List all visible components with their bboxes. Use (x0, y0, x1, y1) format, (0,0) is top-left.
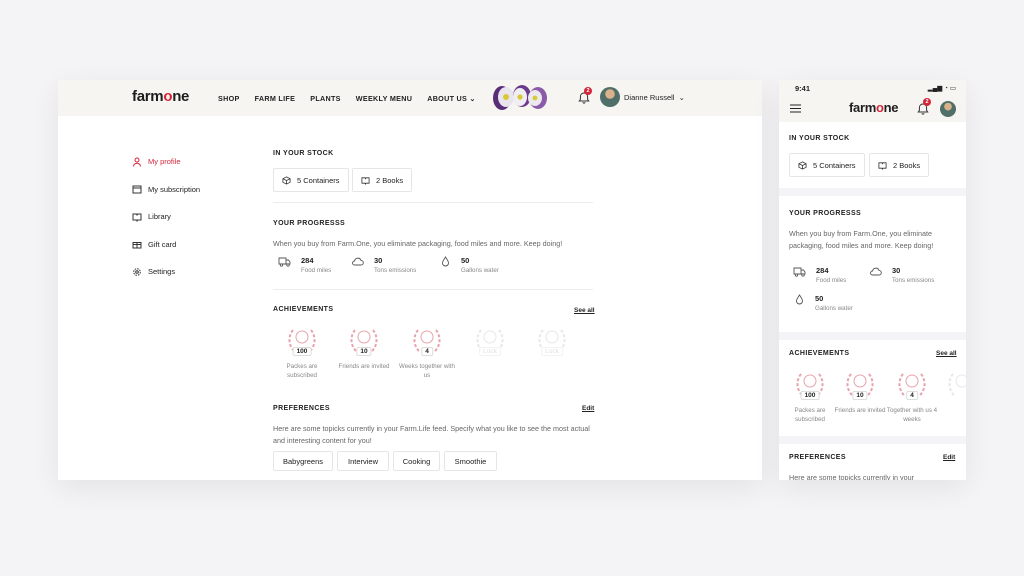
section-gap (779, 332, 966, 340)
farmone-logo[interactable]: farmone (132, 88, 189, 105)
achievement-locked (933, 368, 966, 402)
preferences-title: PREFERENCES (789, 454, 846, 461)
box-icon (282, 175, 291, 185)
gift-icon (132, 242, 142, 249)
status-time: 9:41 (795, 84, 811, 93)
status-icons: ▂▄▆ ◔ ▭ (927, 85, 956, 92)
user-menu[interactable]: Dianne Russell ⌄ (624, 93, 685, 102)
achievement-friends[interactable]: 10 Friends are invited (335, 324, 393, 371)
sidebar-item-library[interactable]: Library (132, 203, 200, 231)
preferences-title: PREFERENCES (273, 405, 330, 412)
laurel-badge-icon: Lock (473, 324, 507, 358)
laurel-badge-icon: 4 (410, 324, 444, 358)
divider (273, 202, 593, 203)
mobile-header: 9:41 ▂▄▆ ◔ ▭ farmone 2 (779, 80, 966, 122)
sidebar-item-my-profile[interactable]: My profile (132, 148, 200, 176)
containers-chip[interactable]: 5 Containers (789, 153, 865, 177)
achievement-friends[interactable]: 10 Friends are invited (831, 368, 889, 415)
drop-icon (442, 256, 449, 267)
sidebar-item-my-subscription[interactable]: My subscription (132, 176, 200, 204)
notification-badge: 2 (584, 87, 592, 95)
stat-emissions: 30 Tons emissions (869, 266, 934, 284)
achievement-locked: Lock (523, 324, 581, 358)
containers-chip[interactable]: 5 Containers (273, 168, 349, 192)
gear-icon (133, 267, 141, 276)
drop-icon (796, 294, 803, 305)
laurel-badge-icon (945, 368, 966, 402)
preferences-text: Here are some topicks currently in your (789, 473, 915, 480)
avatar[interactable] (600, 87, 620, 107)
progress-title: YOUR PROGRESSS (789, 210, 862, 217)
box-icon (798, 160, 807, 170)
nav-shop[interactable]: SHOP (218, 94, 240, 103)
progress-text: When you buy from Farm.One, you eliminat… (789, 229, 934, 250)
flowers-illustration (493, 85, 547, 110)
hamburger-menu-icon[interactable] (790, 104, 801, 113)
chevron-down-icon: ⌄ (678, 93, 685, 102)
stat-food-miles: 284 Food miles (278, 256, 331, 274)
section-gap (779, 436, 966, 444)
cloud-icon (870, 267, 882, 276)
stock-title: IN YOUR STOCK (789, 135, 850, 142)
book-icon (361, 176, 370, 185)
laurel-badge-icon: Lock (535, 324, 569, 358)
section-gap (779, 188, 966, 196)
achievement-packs[interactable]: 100 Packes are subscribed (273, 324, 331, 380)
book-icon (132, 213, 142, 222)
edit-preferences-link[interactable]: Edit (582, 405, 594, 412)
sidebar-item-gift-card[interactable]: Gift card (132, 231, 200, 259)
tag-babygreens[interactable]: Babygreens (273, 451, 333, 471)
tag-interview[interactable]: Interview (337, 451, 389, 471)
avatar[interactable] (940, 101, 956, 117)
stat-water: 50 Gallons water (440, 256, 499, 274)
nav-weekly-menu[interactable]: WEEKLY MENU (356, 94, 412, 103)
desktop-window: farmone SHOP FARM LIFE PLANTS WEEKLY MEN… (58, 80, 762, 480)
achievements-title: ACHIEVEMENTS (789, 350, 850, 357)
laurel-badge-icon: 10 (347, 324, 381, 358)
laurel-badge-icon: 10 (843, 368, 877, 402)
nav-plants[interactable]: PLANTS (310, 94, 341, 103)
laurel-badge-icon: 4 (895, 368, 929, 402)
books-chip[interactable]: 2 Books (869, 153, 930, 177)
farmone-logo[interactable]: farmone (849, 100, 899, 115)
user-icon (133, 157, 141, 167)
sidebar-item-settings[interactable]: Settings (132, 258, 200, 286)
nav-farm-life[interactable]: FARM LIFE (255, 94, 296, 103)
calendar-icon (132, 185, 142, 194)
truck-icon (793, 267, 806, 277)
divider (273, 289, 593, 290)
notification-badge: 2 (923, 98, 931, 106)
truck-icon (278, 257, 291, 267)
nav-about-us[interactable]: ABOUT US ⌄ (427, 94, 476, 103)
stat-food-miles: 284 Food miles (793, 266, 846, 284)
achievement-weeks[interactable]: 4 Weeks together with us (398, 324, 456, 380)
laurel-badge-icon: 100 (793, 368, 827, 402)
progress-title: YOUR PROGRESSS (273, 220, 346, 227)
see-all-link[interactable]: See all (936, 350, 957, 357)
tag-smoothie[interactable]: Smoothie (444, 451, 497, 471)
cloud-icon (352, 257, 364, 266)
progress-text: When you buy from Farm.One, you eliminat… (273, 239, 563, 248)
mobile-screen: 9:41 ▂▄▆ ◔ ▭ farmone 2 IN YOUR STOCK 5 C… (779, 80, 966, 480)
profile-sidebar: My profile My subscription Library Gift … (132, 148, 200, 286)
stat-emissions: 30 Tons emissions (351, 256, 416, 274)
chevron-down-icon: ⌄ (469, 93, 476, 103)
main-nav: SHOP FARM LIFE PLANTS WEEKLY MENU ABOUT … (218, 80, 476, 116)
stat-water: 50 Gallons water (794, 294, 853, 312)
achievements-title: ACHIEVEMENTS (273, 306, 334, 313)
books-chip[interactable]: 2 Books (352, 168, 413, 192)
top-header: farmone SHOP FARM LIFE PLANTS WEEKLY MEN… (58, 80, 762, 116)
stock-title: IN YOUR STOCK (273, 150, 334, 157)
book-icon (878, 161, 887, 170)
preferences-text: Here are some topicks currently in your … (273, 424, 590, 445)
see-all-link[interactable]: See all (574, 307, 595, 314)
achievement-locked: Lock (461, 324, 519, 358)
edit-preferences-link[interactable]: Edit (943, 454, 955, 461)
tag-cooking[interactable]: Cooking (393, 451, 440, 471)
laurel-badge-icon: 100 (285, 324, 319, 358)
